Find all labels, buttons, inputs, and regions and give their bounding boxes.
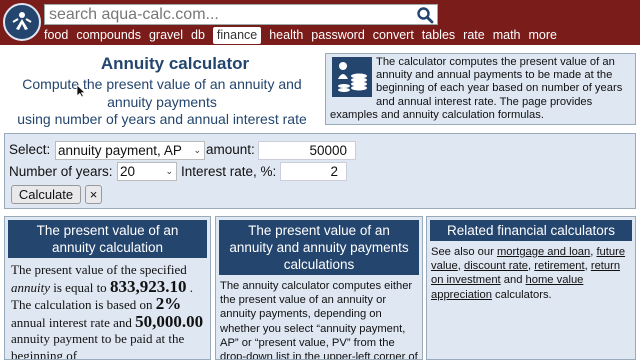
link-mortgage-and-loan[interactable]: mortgage and loan <box>497 246 590 258</box>
nav-more[interactable]: more <box>529 27 557 44</box>
calculation-type-value: annuity payment, AP <box>58 143 182 158</box>
annuity-calculations-panel-title: The present value of an annuity and annu… <box>219 220 419 275</box>
amount-label: amount: <box>206 142 255 157</box>
chevron-down-icon: ⌄ <box>165 166 173 176</box>
select-label: Select: <box>9 142 51 157</box>
related-calculators-text: See also our mortgage and loan, future v… <box>431 246 626 301</box>
search-input[interactable] <box>45 5 409 24</box>
main-nav: food compounds gravel db finance health … <box>44 27 565 44</box>
nav-rate[interactable]: rate <box>463 27 485 44</box>
top-bar: food compounds gravel db finance health … <box>0 0 640 45</box>
result-text-2: is equal to <box>50 279 107 295</box>
interest-rate-value: 2% <box>155 294 182 313</box>
annuity-calculations-text: The annuity calculator computes either t… <box>220 280 418 360</box>
coins-person-icon <box>332 57 372 97</box>
calculate-button[interactable]: Calculate <box>11 185 81 204</box>
related-text-pre: See also our <box>431 246 497 258</box>
years-label: Number of years: <box>9 164 113 179</box>
link-retirement[interactable]: retirement <box>534 260 584 272</box>
present-value-result-text: The present value of the specified annui… <box>5 262 210 360</box>
result-text-annuity: annuity <box>11 279 50 295</box>
present-value-amount: 833,923.10 <box>109 276 187 296</box>
clear-button[interactable]: × <box>85 185 102 204</box>
intro-box: The calculator computes the present valu… <box>325 53 636 125</box>
related-calculators-panel-title: Related financial calculators <box>430 220 632 241</box>
result-text-5: annuity payment to be paid at the beginn… <box>11 331 185 360</box>
nav-math[interactable]: math <box>493 27 521 44</box>
nav-health[interactable]: health <box>269 27 303 44</box>
interest-rate-input[interactable]: 2 <box>280 162 347 181</box>
result-text-1: The present value of the specified <box>11 262 187 277</box>
nav-tables[interactable]: tables <box>422 27 455 44</box>
related-text-post: calculators. <box>491 288 552 301</box>
nav-password[interactable]: password <box>311 27 365 44</box>
calculation-type-select[interactable]: annuity payment, AP ⌄ <box>55 141 205 160</box>
nav-gravel[interactable]: gravel <box>149 27 183 44</box>
nav-food[interactable]: food <box>44 27 68 44</box>
mouse-pointer-icon <box>76 84 86 98</box>
chevron-down-icon: ⌄ <box>193 145 201 155</box>
result-text-4: annual interest rate and <box>11 314 136 330</box>
intro-text: The calculator computes the present valu… <box>330 56 623 121</box>
payment-amount: 50,000.00 <box>135 311 204 331</box>
nav-db[interactable]: db <box>191 27 205 44</box>
search-icon[interactable] <box>416 6 434 24</box>
nav-convert[interactable]: convert <box>373 27 414 44</box>
amount-input[interactable]: 50000 <box>258 141 356 160</box>
present-value-panel: The present value of an annuity calculat… <box>4 216 211 360</box>
page-title: Annuity calculator <box>100 54 250 73</box>
link-discount-rate[interactable]: discount rate <box>464 260 528 272</box>
nav-compounds[interactable]: compounds <box>76 27 141 44</box>
related-calculators-panel: Related financial calculators See also o… <box>426 216 636 360</box>
page-subtitle: Compute the present value of an annuity … <box>2 76 322 129</box>
annuity-calculations-panel: The present value of an annuity and annu… <box>215 216 423 360</box>
search-box <box>44 4 438 25</box>
related-text-and: and <box>500 274 526 287</box>
subtitle-line-1: Compute the present value of an annuity … <box>22 76 302 110</box>
present-value-panel-title: The present value of an annuity calculat… <box>8 220 207 258</box>
years-select[interactable]: 20 ⌄ <box>117 162 177 181</box>
years-value: 20 <box>120 164 136 179</box>
nav-finance[interactable]: finance <box>212 27 262 44</box>
subtitle-line-2: using number of years and annual interes… <box>17 111 307 127</box>
rate-label: Interest rate, %: <box>181 164 277 179</box>
site-logo[interactable] <box>3 3 41 41</box>
calculator-form: Select: annuity payment, AP ⌄ amount: 50… <box>4 133 636 209</box>
